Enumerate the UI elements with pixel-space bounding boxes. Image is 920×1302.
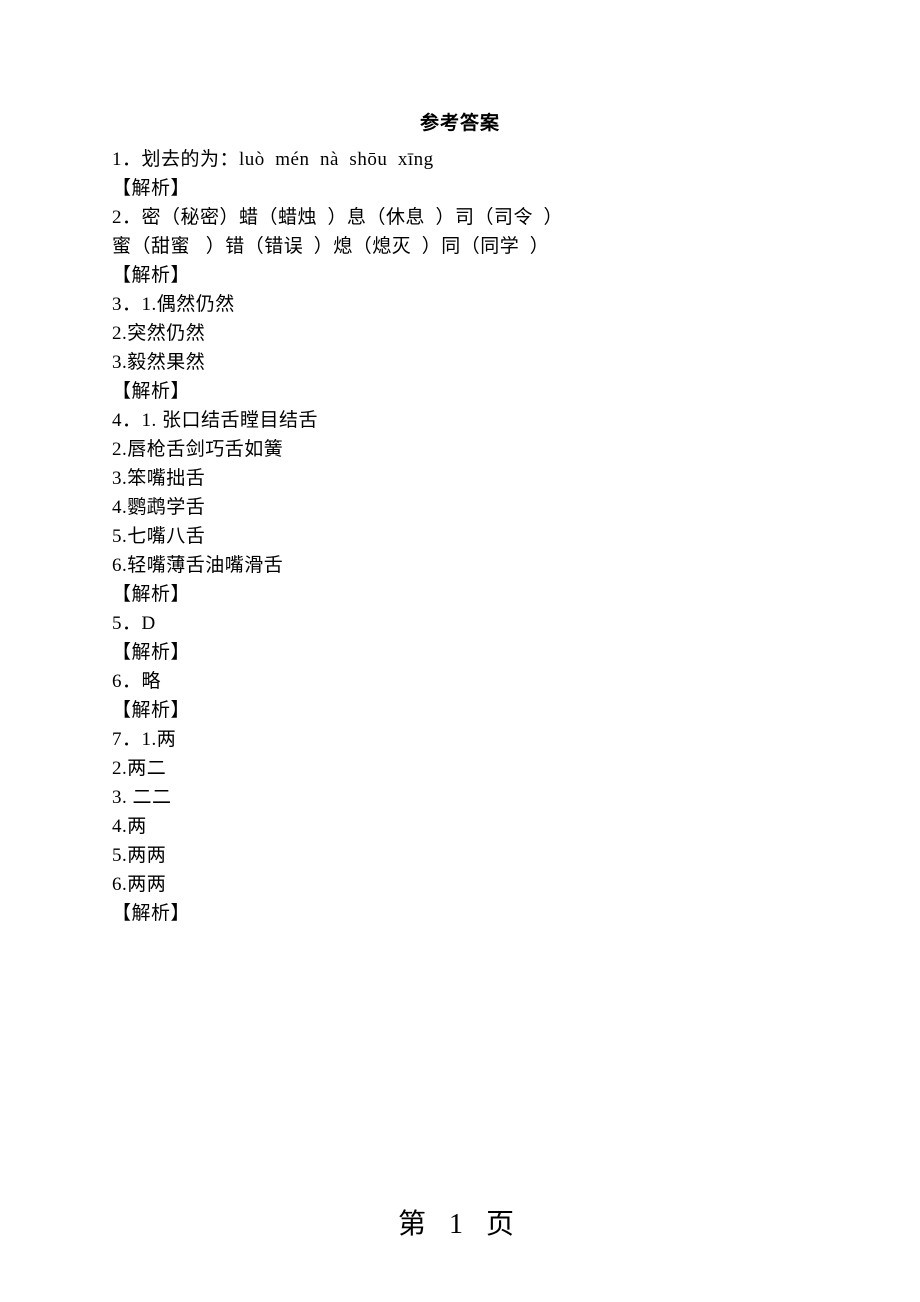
answer-line: 5．D [112, 609, 808, 638]
answer-line: 1．划去的为：luò mén nà shōu xīng [112, 145, 808, 174]
answer-line: 3.笨嘴拙舌 [112, 464, 808, 493]
answer-line: 蜜（甜蜜 ）错（错误 ）熄（熄灭 ）同（同学 ） [112, 232, 808, 261]
answer-line: 5.两两 [112, 841, 808, 870]
answer-line: 6.轻嘴薄舌油嘴滑舌 [112, 551, 808, 580]
answer-line: 3.毅然果然 [112, 348, 808, 377]
page-title: 参考答案 [112, 108, 808, 135]
answer-line: 4.两 [112, 812, 808, 841]
answer-line: 2.突然仍然 [112, 319, 808, 348]
answer-line: 3. 二二 [112, 783, 808, 812]
answer-line: 【解析】 [112, 638, 808, 667]
answer-line: 7．1.两 [112, 725, 808, 754]
answer-line: 5.七嘴八舌 [112, 522, 808, 551]
answer-line: 【解析】 [112, 899, 808, 928]
answer-line: 【解析】 [112, 696, 808, 725]
answer-line: 6．略 [112, 667, 808, 696]
answer-line: 4．1. 张口结舌瞠目结舌 [112, 406, 808, 435]
answer-line: 【解析】 [112, 261, 808, 290]
answer-line: 【解析】 [112, 580, 808, 609]
answer-line: 2．密（秘密）蜡（蜡烛 ）息（休息 ）司（司令 ） [112, 203, 808, 232]
answer-line: 2.唇枪舌剑巧舌如簧 [112, 435, 808, 464]
answer-line: 【解析】 [112, 377, 808, 406]
answer-line: 2.两二 [112, 754, 808, 783]
answer-line: 6.两两 [112, 870, 808, 899]
page-footer: 第 1 页 [0, 1202, 920, 1242]
answer-line: 4.鹦鹉学舌 [112, 493, 808, 522]
page-content: 参考答案 1．划去的为：luò mén nà shōu xīng 【解析】 2．… [0, 0, 920, 928]
answer-line: 【解析】 [112, 174, 808, 203]
answer-line: 3．1.偶然仍然 [112, 290, 808, 319]
